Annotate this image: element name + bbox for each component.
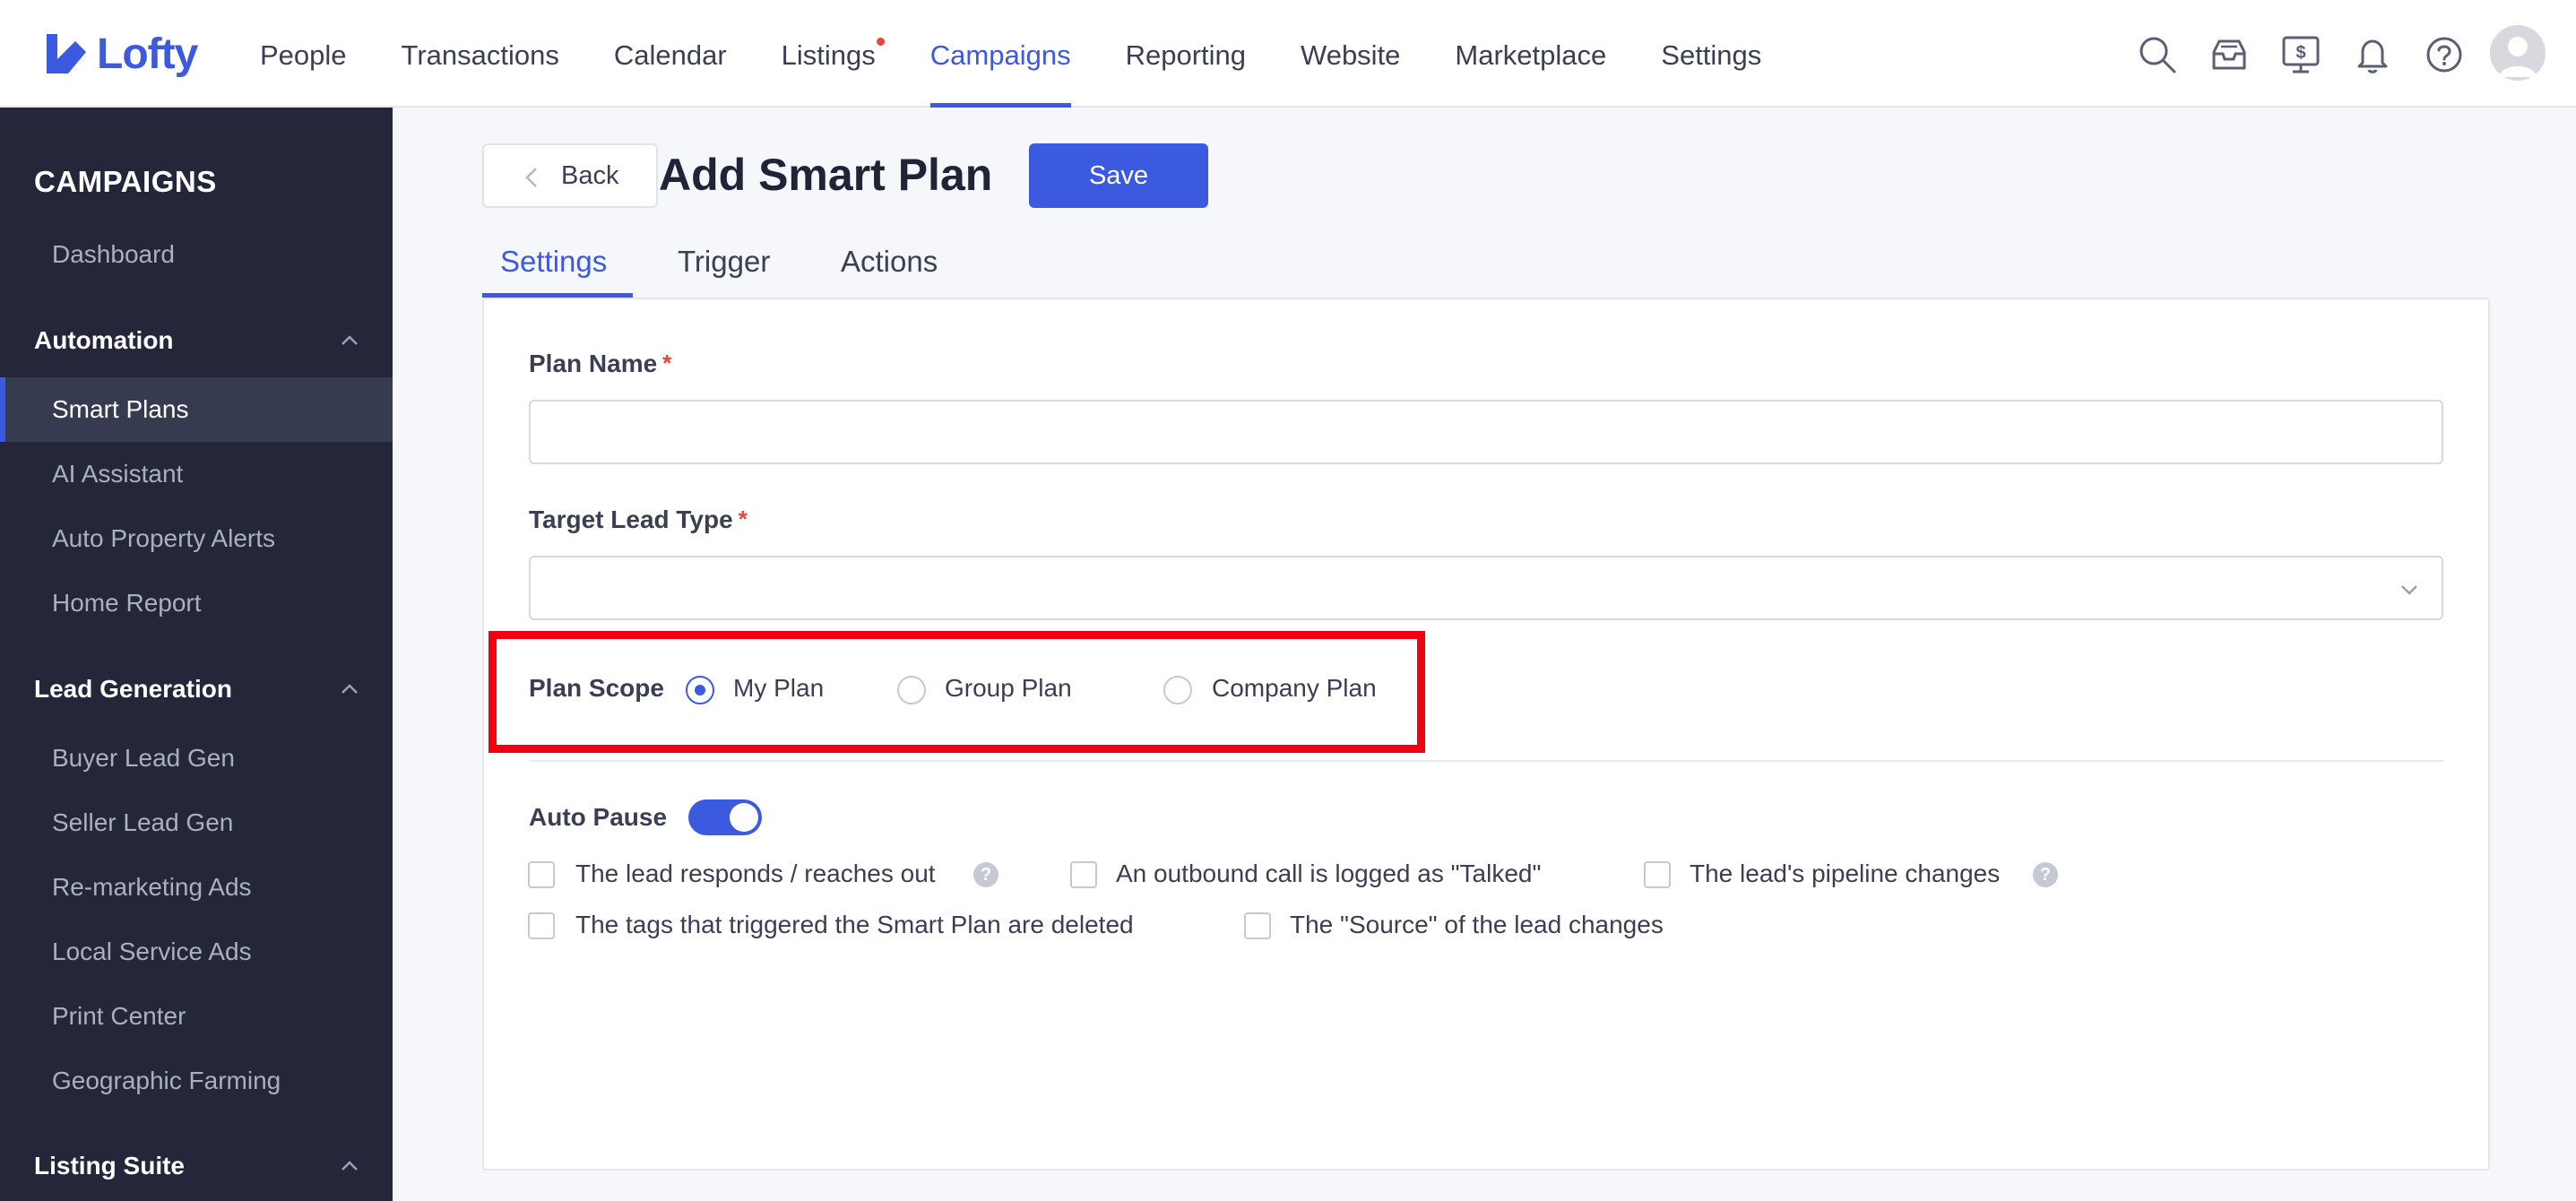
chevron-up-icon[interactable] (337, 677, 362, 702)
sidebar-item-auto-property-alerts[interactable]: Auto Property Alerts (52, 524, 275, 553)
sidebar (0, 108, 393, 1201)
checkbox-lead-responds[interactable] (528, 861, 555, 888)
nav-campaigns[interactable]: Campaigns (929, 0, 1071, 108)
back-button-label: Back (561, 160, 619, 190)
user-avatar-icon (2499, 37, 2537, 77)
target-lead-type-label-text: Target Lead Type (529, 505, 733, 533)
required-asterisk: * (662, 350, 672, 376)
nav-marketplace[interactable]: Marketplace (1455, 0, 1606, 108)
tab-settings[interactable]: Settings (482, 237, 633, 298)
nav-settings[interactable]: Settings (1661, 0, 1761, 108)
sidebar-item-remarketing-ads[interactable]: Re-marketing Ads (52, 873, 252, 902)
sidebar-item-local-service-ads[interactable]: Local Service Ads (52, 937, 252, 966)
checkbox-source-changes[interactable] (1244, 912, 1271, 939)
nav-listings[interactable]: Listings (781, 0, 885, 108)
save-button[interactable]: Save (1029, 143, 1208, 208)
checkbox-tags-deleted[interactable] (528, 912, 555, 939)
nav-calendar[interactable]: Calendar (614, 0, 727, 108)
auto-pause-toggle[interactable] (688, 799, 762, 835)
lofty-logo[interactable]: Lofty (41, 27, 198, 81)
radio-group-plan-label[interactable]: Group Plan (945, 674, 1072, 703)
plan-scope-label: Plan Scope (529, 674, 664, 702)
sidebar-group-lead-generation[interactable]: Lead Generation (34, 675, 232, 704)
svg-text:$: $ (2295, 43, 2305, 63)
sidebar-item-seller-lead-gen[interactable]: Seller Lead Gen (52, 808, 233, 837)
radio-my-plan[interactable] (686, 676, 714, 704)
radio-company-plan-label[interactable]: Company Plan (1212, 674, 1377, 703)
bell-icon[interactable] (2352, 34, 2393, 75)
sidebar-group-listing-suite[interactable]: Listing Suite (34, 1152, 185, 1180)
back-button[interactable]: Back (482, 143, 658, 208)
avatar[interactable] (2490, 25, 2546, 81)
chevron-down-icon (2401, 585, 2417, 595)
main-nav: People Transactions Calendar Listings Ca… (260, 0, 1816, 108)
auto-pause-label: Auto Pause (529, 803, 668, 831)
checkbox-outbound-call-label[interactable]: An outbound call is logged as "Talked" (1116, 860, 1541, 888)
checkbox-pipeline-changes-label[interactable]: The lead's pipeline changes (1690, 860, 2000, 888)
checkbox-outbound-call[interactable] (1070, 861, 1097, 888)
sidebar-item-buyer-lead-gen[interactable]: Buyer Lead Gen (52, 744, 235, 773)
tab-trigger[interactable]: Trigger (678, 237, 770, 298)
required-asterisk: * (738, 505, 748, 532)
sidebar-item-home-report[interactable]: Home Report (52, 589, 202, 618)
search-icon[interactable] (2137, 34, 2178, 75)
radio-company-plan[interactable] (1163, 676, 1192, 704)
target-lead-type-label: Target Lead Type * (529, 505, 748, 534)
chevron-left-icon (525, 168, 537, 187)
sidebar-item-geographic-farming[interactable]: Geographic Farming (52, 1067, 281, 1095)
checkbox-tags-deleted-label[interactable]: The tags that triggered the Smart Plan a… (575, 911, 1134, 939)
tab-actions[interactable]: Actions (841, 237, 938, 298)
nav-reporting[interactable]: Reporting (1126, 0, 1246, 108)
billing-icon[interactable]: $ (2280, 34, 2321, 75)
help-icon[interactable]: ? (2033, 862, 2058, 887)
checkbox-source-changes-label[interactable]: The "Source" of the lead changes (1290, 911, 1664, 939)
page-title: Add Smart Plan (659, 150, 993, 200)
radio-group-plan[interactable] (897, 676, 926, 704)
logo-text: Lofty (97, 30, 198, 78)
nav-transactions[interactable]: Transactions (402, 0, 559, 108)
sidebar-item-smart-plans[interactable]: Smart Plans (52, 395, 189, 424)
nav-people[interactable]: People (260, 0, 347, 108)
plan-name-label: Plan Name * (529, 350, 671, 378)
nav-listings-label: Listings (781, 39, 876, 71)
plan-name-label-text: Plan Name (529, 350, 658, 377)
inbox-icon[interactable] (2209, 34, 2250, 75)
top-navigation: Lofty People Transactions Calendar Listi… (0, 0, 2576, 108)
help-icon[interactable] (2424, 34, 2465, 75)
radio-my-plan-label[interactable]: My Plan (733, 674, 824, 703)
notification-dot (876, 38, 885, 46)
sidebar-group-automation[interactable]: Automation (34, 326, 174, 355)
sidebar-item-dashboard[interactable]: Dashboard (52, 240, 175, 269)
lofty-logo-icon (47, 34, 86, 73)
chevron-up-icon[interactable] (337, 328, 362, 353)
target-lead-type-select[interactable] (529, 556, 2443, 620)
checkbox-lead-responds-label[interactable]: The lead responds / reaches out (575, 860, 936, 888)
help-icon[interactable]: ? (973, 862, 998, 887)
plan-name-input[interactable] (529, 400, 2443, 464)
sidebar-title: CAMPAIGNS (34, 165, 217, 198)
sidebar-item-print-center[interactable]: Print Center (52, 1002, 186, 1031)
sidebar-item-ai-assistant[interactable]: AI Assistant (52, 460, 183, 488)
checkbox-pipeline-changes[interactable] (1644, 861, 1671, 888)
section-divider (529, 760, 2443, 762)
chevron-up-icon[interactable] (337, 1153, 362, 1179)
nav-website[interactable]: Website (1301, 0, 1400, 108)
